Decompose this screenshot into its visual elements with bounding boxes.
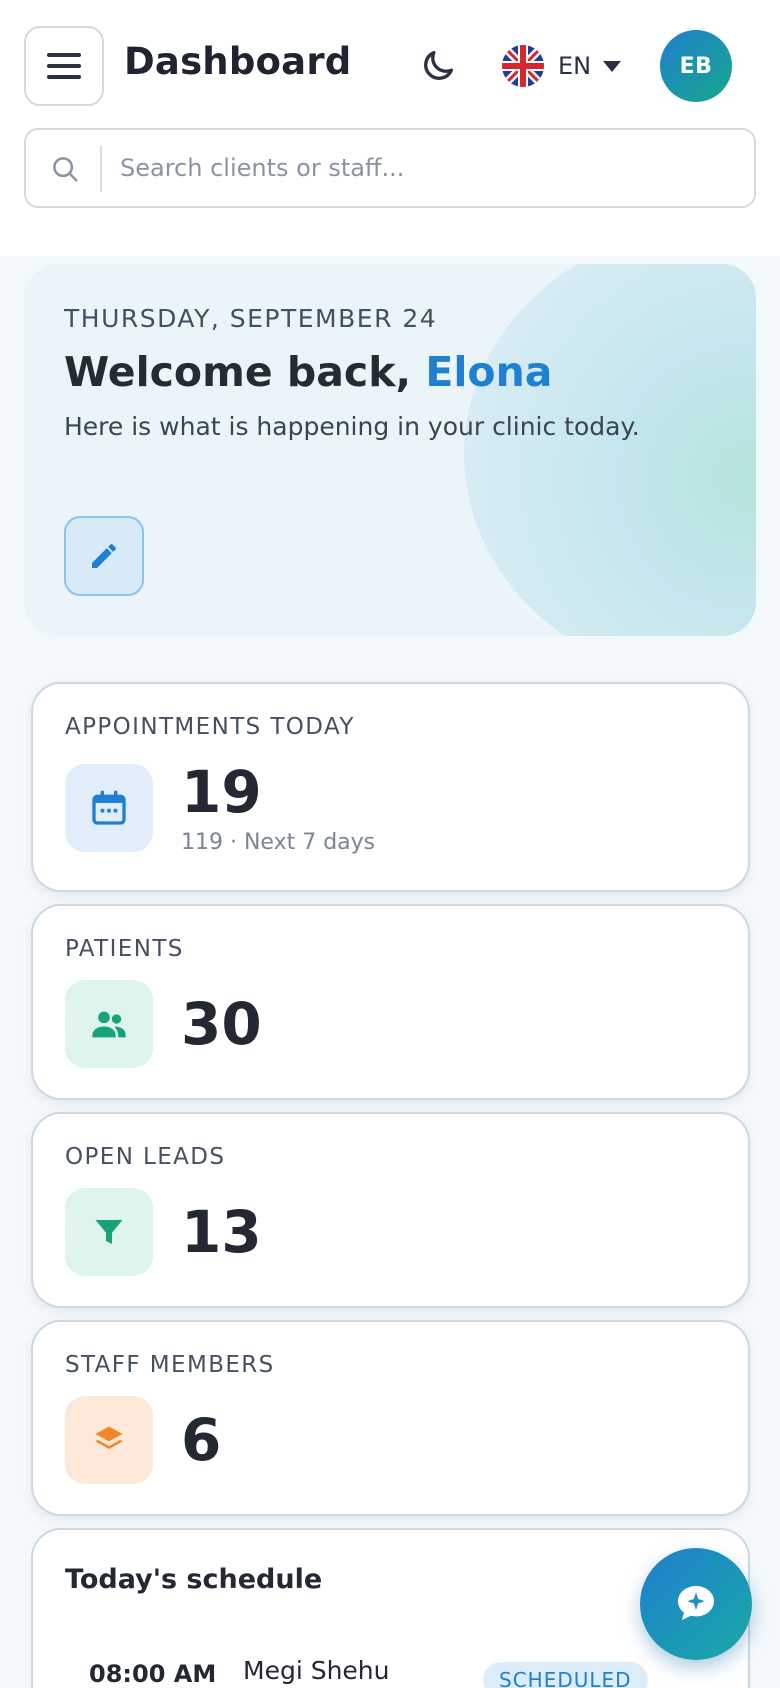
stat-note: 119 · Next 7 days [181,830,376,855]
edit-button[interactable] [64,516,144,596]
stat-icon-box [65,1188,153,1276]
stat-icon-box [65,980,153,1068]
filter-icon [95,1220,123,1244]
stat-value: 6 [181,1406,222,1474]
avatar[interactable]: EB [660,30,732,102]
patient-name: Megi Shehu [243,1656,390,1685]
welcome-subtitle: Here is what is happening in your clinic… [64,412,640,441]
schedule-title: Today's schedule [65,1564,323,1595]
hamburger-menu-icon [47,53,81,79]
pencil-icon [92,543,117,568]
status-badge: SCHEDULED [483,1662,648,1688]
stat-value: 30 [181,990,262,1058]
page-title: Dashboard [124,40,352,83]
appointment-time: 08:00 AM [89,1660,217,1688]
decorative-gradient [464,264,756,636]
stat-label: STAFF MEMBERS [65,1352,275,1378]
stat-label: OPEN LEADS [65,1144,226,1170]
users-icon [92,1011,126,1038]
top-bar: Dashboard EN EB [0,0,780,256]
stat-card-patients[interactable]: PATIENTS 30 [31,904,750,1100]
schedule-row[interactable]: 08:00 AM Megi Shehu SCHEDULED [33,1650,748,1688]
assistant-chat-button[interactable] [640,1548,752,1660]
language-selector[interactable]: EN [502,44,622,88]
menu-button[interactable] [24,26,104,106]
chat-sparkle-icon [678,1586,714,1620]
current-date: THURSDAY, SEPTEMBER 24 [64,304,438,333]
chevron-down-icon [603,60,622,72]
stat-label: PATIENTS [65,936,184,962]
stat-card-staff-members[interactable]: STAFF MEMBERS 6 [31,1320,750,1516]
stat-card-appointments[interactable]: APPOINTMENTS TODAY 19 119 · Next 7 days [31,682,750,892]
welcome-card: THURSDAY, SEPTEMBER 24 Welcome back, Elo… [24,264,756,636]
stat-icon-box [65,764,153,852]
moon-icon[interactable] [418,46,458,86]
search-icon [53,157,78,182]
stat-icon-box [65,1396,153,1484]
welcome-heading: Welcome back, Elona [64,348,552,396]
uk-flag-icon [502,45,544,87]
calendar-icon [92,790,126,825]
language-code: EN [558,52,592,80]
search-bar[interactable] [24,128,756,208]
user-name: Elona [425,348,553,396]
greeting-prefix: Welcome back, [64,348,426,396]
layers-icon [95,1426,123,1449]
search-input[interactable] [120,144,720,192]
stat-value: 13 [181,1198,262,1266]
search-divider [100,146,102,192]
stat-label: APPOINTMENTS TODAY [65,714,355,740]
stat-card-open-leads[interactable]: OPEN LEADS 13 [31,1112,750,1308]
stat-value: 19 [181,758,262,826]
